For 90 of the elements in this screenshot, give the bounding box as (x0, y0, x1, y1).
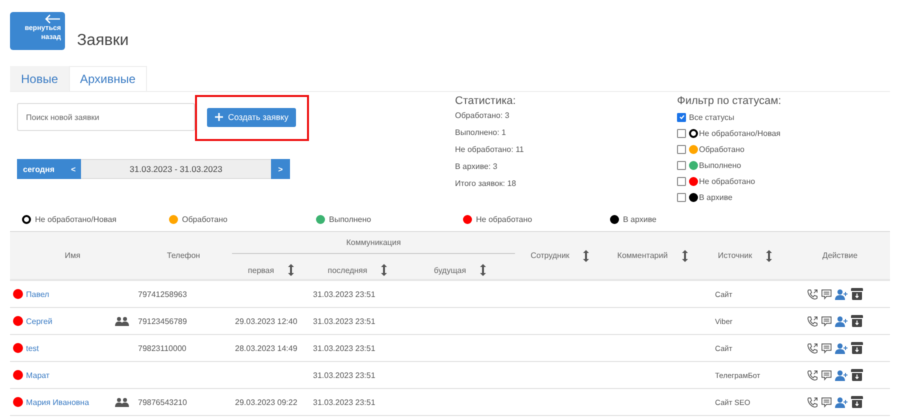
page-title: Заявки (77, 32, 129, 50)
phone-icon[interactable] (807, 370, 818, 380)
column-header: Имя (64, 251, 80, 260)
search-field[interactable]: Поиск новой заявки (17, 103, 195, 131)
legend-label: Обработано (182, 215, 228, 224)
filter-title: Фильтр по статусам: (677, 95, 782, 107)
column-group-header: Коммуникация (346, 238, 401, 247)
people-icon (115, 316, 129, 326)
add-user-icon[interactable] (835, 396, 848, 408)
plus-icon (215, 113, 223, 121)
filter-label: Не обработано/Новая (699, 128, 781, 138)
tab[interactable]: Новые (10, 66, 70, 91)
table-cell: 79741258963 (138, 290, 187, 298)
archive-icon[interactable] (851, 369, 863, 381)
message-icon[interactable] (821, 396, 832, 408)
stats-line: Выполнено: 1 (455, 128, 507, 139)
name-link[interactable]: Павел (26, 290, 50, 298)
table-cell: 31.03.2023 23:51 (313, 316, 376, 326)
checkbox[interactable] (677, 160, 686, 170)
legend-label: Не обработано (476, 215, 532, 224)
add-user-icon[interactable] (835, 342, 848, 354)
stats-line: Итого заявок: 18 (455, 179, 518, 190)
column-header: Телефон (166, 251, 200, 260)
name-link[interactable]: Марат (26, 370, 50, 380)
column-header: Источник (718, 251, 752, 260)
message-icon[interactable] (821, 370, 832, 380)
add-user-icon[interactable] (835, 316, 848, 326)
phone-icon[interactable] (807, 316, 818, 326)
table-cell: 31.03.2023 23:51 (313, 398, 376, 406)
message-icon[interactable] (821, 342, 832, 354)
table-cell: 31.03.2023 23:51 (313, 344, 376, 352)
sort-icon[interactable] (480, 264, 486, 276)
arrow-left-icon (45, 14, 61, 24)
name-link[interactable]: Мария Ивановна (26, 398, 90, 406)
phone-icon[interactable] (807, 342, 818, 354)
filter-label: Все статусы (689, 112, 734, 122)
table-cell: 28.03.2023 14:49 (235, 344, 298, 352)
checkbox[interactable] (677, 192, 686, 202)
create-button[interactable]: Создать заявку (207, 108, 296, 126)
people-icon (115, 398, 129, 406)
phone-icon[interactable] (807, 288, 818, 300)
stats-line: В архиве: 3 (455, 162, 498, 173)
checkbox[interactable] (677, 112, 686, 122)
table-cell: 29.03.2023 12:40 (235, 316, 298, 326)
sort-icon[interactable] (583, 250, 590, 262)
name-link[interactable]: test (26, 344, 39, 352)
filter-label: В архиве (699, 192, 732, 202)
sort-icon[interactable] (766, 250, 772, 262)
filter-label: Выполнено (699, 160, 742, 170)
sort-icon[interactable] (381, 264, 388, 276)
column-header: Комментарий (617, 251, 668, 260)
stats-line: Обработано: 3 (455, 111, 510, 122)
add-user-icon[interactable] (835, 370, 848, 380)
table-cell: 79823110000 (138, 344, 186, 352)
tab[interactable]: Архивные (69, 66, 147, 91)
column-header: первая (248, 266, 274, 274)
date-range: 31.03.2023 - 31.03.2023 (81, 159, 271, 179)
archive-icon[interactable] (851, 288, 863, 300)
table-cell: 29.03.2023 09:22 (235, 398, 298, 406)
column-header: последняя (328, 266, 368, 274)
table-cell: 31.03.2023 23:51 (313, 290, 376, 298)
prev-button[interactable]: < (65, 159, 81, 179)
table-cell: 79876543210 (138, 398, 187, 406)
table-cell: 79123456789 (138, 316, 187, 326)
legend-label: Не обработано/Новая (35, 215, 117, 224)
name-link[interactable]: Сергей (26, 316, 52, 326)
archive-icon[interactable] (851, 396, 863, 408)
stats-line: Не обработано: 11 (455, 145, 525, 156)
filter-label: Не обработано (699, 176, 756, 186)
message-icon[interactable] (821, 316, 832, 326)
sort-icon[interactable] (682, 250, 688, 262)
phone-icon[interactable] (807, 396, 818, 408)
table-cell: 31.03.2023 23:51 (313, 370, 376, 380)
today-button[interactable]: сегодня (17, 159, 65, 179)
archive-icon[interactable] (851, 342, 863, 354)
checkbox[interactable] (677, 144, 686, 154)
legend-label: Выполнено (329, 215, 372, 224)
archive-icon[interactable] (851, 315, 863, 327)
filter-label: Обработано (699, 144, 744, 154)
legend-label: В архиве (623, 215, 656, 224)
next-button[interactable]: > (271, 159, 290, 179)
column-header: Действие (822, 251, 858, 260)
column-header: Сотрудник (530, 251, 570, 260)
message-icon[interactable] (821, 288, 832, 300)
column-header: будущая (434, 266, 466, 274)
stats-title: Статистика: (455, 95, 517, 107)
checkbox[interactable] (677, 128, 686, 138)
sort-icon[interactable] (288, 264, 294, 276)
add-user-icon[interactable] (835, 288, 848, 300)
checkbox[interactable] (677, 176, 686, 186)
